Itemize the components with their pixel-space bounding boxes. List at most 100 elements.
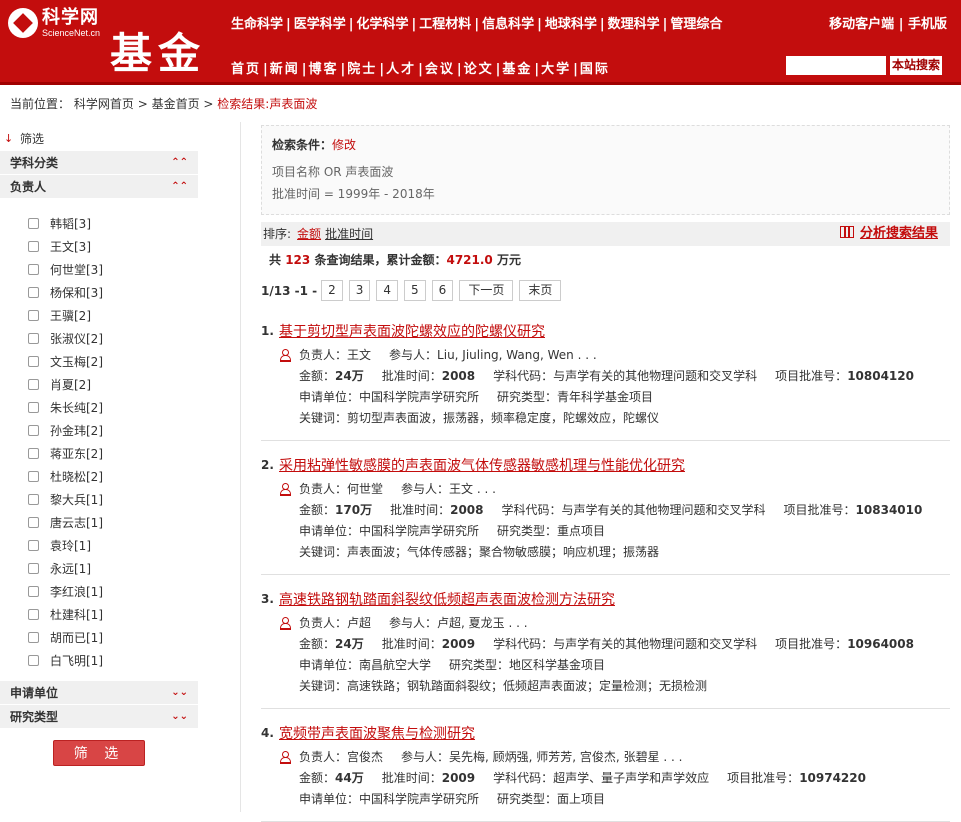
nav-paper[interactable]: 论文 [464,62,494,77]
breadcrumb-home[interactable]: 科学网首页 [74,97,134,111]
checkbox[interactable] [28,402,39,413]
list-item[interactable]: 李红浪[1] [28,580,198,603]
last-page-button[interactable]: 末页 [519,280,562,301]
mobile-version-link[interactable]: 手机版 [908,17,947,32]
category-leader[interactable]: 负责人 ⌃⌃ [0,174,198,198]
list-item[interactable]: 韩韬[3] [28,212,198,235]
list-item[interactable]: 何世堂[3] [28,258,198,281]
list-item[interactable]: 胡而已[1] [28,626,198,649]
checkbox[interactable] [28,310,39,321]
checkbox[interactable] [28,563,39,574]
sciencenet-logo[interactable]: 科学网 ScienceNet.cn [8,8,100,38]
nav-academician[interactable]: 院士 [347,62,377,77]
chevron-down-icon: ⌄⌄ [171,711,188,722]
list-item[interactable]: 杨保和[3] [28,281,198,304]
page-3[interactable]: 3 [348,280,371,301]
list-item[interactable]: 白飞明[1] [28,649,198,672]
list-item[interactable]: 肖夏[2] [28,373,198,396]
nav-information[interactable]: 信息科学 [482,17,534,32]
next-page-button[interactable]: 下一页 [459,280,514,301]
checkbox[interactable] [28,379,39,390]
page-4[interactable]: 4 [376,280,399,301]
list-item[interactable]: 唐云志[1] [28,511,198,534]
list-item[interactable]: 王文[3] [28,235,198,258]
person-icon [280,751,291,764]
list-item[interactable]: 袁玲[1] [28,534,198,557]
category-subject[interactable]: 学科分类 ⌃⌃ [0,150,198,174]
nav-international[interactable]: 国际 [580,62,610,77]
list-item[interactable]: 杜晓松[2] [28,465,198,488]
checkbox[interactable] [28,586,39,597]
checkbox[interactable] [28,494,39,505]
checkbox[interactable] [28,425,39,436]
checkbox[interactable] [28,333,39,344]
analyze-results-link[interactable]: 分析搜索结果 [839,222,938,246]
nav-news[interactable]: 新闻 [270,62,300,77]
breadcrumb-current: 检索结果:声表面波 [217,97,318,111]
result-title-link[interactable]: 宽频带声表面波聚焦与检测研究 [279,723,475,743]
category-subject-label: 学科分类 [10,156,59,170]
edit-conditions-link[interactable]: 修改 [332,138,356,152]
checkbox[interactable] [28,218,39,229]
list-item[interactable]: 文玉梅[2] [28,350,198,373]
result-title-link[interactable]: 高速铁路钢轨踏面斜裂纹低频超声表面波检测方法研究 [279,589,615,609]
sort-by-time[interactable]: 批准时间 [325,227,373,241]
nav-earth-science[interactable]: 地球科学 [545,17,597,32]
nav-management[interactable]: 管理综合 [670,17,722,32]
checkbox[interactable] [28,540,39,551]
subject-code: 与声学有关的其他物理问题和交叉学科 [553,637,758,651]
sort-by-amount[interactable]: 金额 [297,227,321,241]
list-item[interactable]: 朱长纯[2] [28,396,198,419]
list-item[interactable]: 黎大兵[1] [28,488,198,511]
site-search-button[interactable]: 本站搜索 [890,56,943,75]
leader-name: 宫俊杰 [347,750,384,764]
participants: 卢超, 夏龙玉 . . . [437,616,528,630]
result-title-link[interactable]: 基于剪切型声表面波陀螺效应的陀螺仪研究 [279,321,545,341]
apply-filter-button[interactable]: 筛 选 [53,740,145,766]
checkbox[interactable] [28,632,39,643]
subject-code: 与声学有关的其他物理问题和交叉学科 [553,369,758,383]
leader-name: 卢超 [347,616,372,630]
list-item[interactable]: 孙金玮[2] [28,419,198,442]
checkbox[interactable] [28,287,39,298]
checkbox[interactable] [28,609,39,620]
nav-math-physics[interactable]: 数理科学 [608,17,660,32]
checkbox[interactable] [28,655,39,666]
site-search-input[interactable] [786,56,886,75]
result-title-link[interactable]: 采用粘弹性敏感膜的声表面波气体传感器敏感机理与性能优化研究 [279,455,685,475]
category-organization[interactable]: 申请单位 ⌄⌄ [0,680,198,704]
list-item[interactable]: 张淑仪[2] [28,327,198,350]
nav-blog[interactable]: 博客 [309,62,339,77]
page-6[interactable]: 6 [431,280,454,301]
list-item[interactable]: 蒋亚东[2] [28,442,198,465]
checkbox[interactable] [28,517,39,528]
nav-fund[interactable]: 基金 [502,62,532,77]
nav-university[interactable]: 大学 [541,62,571,77]
nav-medical-science[interactable]: 医学科学 [294,17,346,32]
mobile-client-link[interactable]: 移动客户端 [829,17,894,32]
list-item[interactable]: 永远[1] [28,557,198,580]
list-item[interactable]: 杜建科[1] [28,603,198,626]
nav-engineering[interactable]: 工程材料 [419,17,471,32]
nav-chemistry[interactable]: 化学科学 [357,17,409,32]
category-research-type[interactable]: 研究类型 ⌄⌄ [0,704,198,728]
nav-conference[interactable]: 会议 [425,62,455,77]
page-5[interactable]: 5 [404,280,426,301]
approval-number: 10964008 [847,637,914,651]
person-icon [280,617,291,630]
checkbox[interactable] [28,264,39,275]
page-2[interactable]: 2 [321,280,343,301]
amount: 170万 [335,503,373,517]
leader-name: 王文 [347,348,372,362]
list-item[interactable]: 王骥[2] [28,304,198,327]
nav-talent[interactable]: 人才 [386,62,416,77]
breadcrumb-fund-home[interactable]: 基金首页 [152,97,200,111]
logo-subtitle: ScienceNet.cn [42,28,101,38]
nav-life-science[interactable]: 生命科学 [231,17,283,32]
checkbox[interactable] [28,241,39,252]
checkbox[interactable] [28,448,39,459]
nav-home[interactable]: 首页 [231,62,261,77]
checkbox[interactable] [28,356,39,367]
person-icon [280,349,291,362]
checkbox[interactable] [28,471,39,482]
